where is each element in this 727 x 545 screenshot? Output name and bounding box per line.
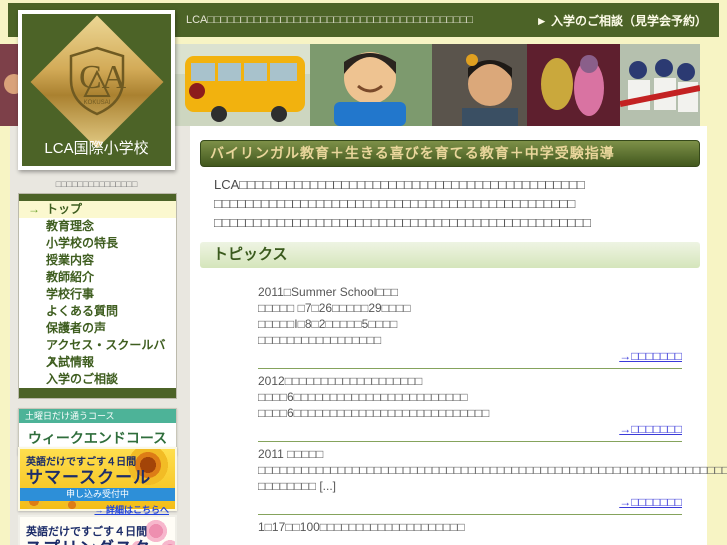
logo-school-name: LCA国際小学校	[44, 140, 149, 157]
tug-of-war-photo	[620, 44, 700, 126]
topic-item: 2011 □□□□□ □□□□□□□□□□□□□□□□□□□□□□□□□□□□□…	[258, 441, 727, 510]
menu-item-label: 入学のご相談	[46, 372, 119, 386]
intro-paragraph: LCA□□□□□□□□□□□□□□□□□□□□□□□□□□□□□□□□□□□□□…	[214, 177, 591, 230]
sidebar-menu-item[interactable]: →入試情報	[19, 354, 176, 371]
sidebar-menu-item[interactable]: →教育理念	[19, 218, 176, 235]
menu-item-label: 学校行事	[46, 287, 95, 301]
arrow-right-icon: →	[28, 202, 40, 216]
topic-item: 2012□□□□□□□□□□□□□□□□□□□ □□□□6□□□□□□□□□□□…	[258, 368, 682, 437]
summer-status-bar: 申し込み受付中	[20, 488, 175, 501]
spring-banner-title: スプリングスクール	[20, 539, 175, 545]
topic-readmore-link[interactable]: →□□□□□□□	[258, 494, 682, 510]
topics-heading-bar: トピックス	[200, 242, 700, 268]
school-logo[interactable]: CA KOKUSAI LCA国際小学校	[18, 10, 175, 170]
sidebar-menu-item[interactable]: →保護者の声	[19, 320, 176, 337]
sidebar-menu-item[interactable]: →学校行事	[19, 286, 176, 303]
menu-top-bar	[19, 194, 176, 201]
costume-performance-photo	[527, 44, 620, 126]
menu-item-label: 保護者の声	[46, 321, 107, 335]
menu-item-label: 授業内容	[46, 253, 95, 267]
topics-list: 2011□Summer School□□□ □□□□□ □7□26□□□□□29…	[258, 284, 727, 535]
sidebar-menu-item[interactable]: →授業内容	[19, 252, 176, 269]
school-bus-photo	[175, 44, 310, 126]
summer-banner-title: サマースクール	[26, 468, 152, 487]
menu-item-label: よくある質問	[46, 304, 119, 318]
spring-banner-subtitle: 英語だけですごす４日間	[26, 526, 148, 538]
main-headline-bar: バイリンガル教育＋生きる喜びを育てる教育＋中学受験指導	[200, 140, 700, 167]
topic-item: 1□17□□100□□□□□□□□□□□□□□□□□□□□	[258, 514, 682, 535]
logo-monogram: CA	[79, 59, 127, 96]
summer-school-banner[interactable]: 英語だけですごす４日間 サマースクール 申し込み受付中 → 詳細はこちらへ	[18, 447, 177, 515]
sidebar-menu-item[interactable]: →小学校の特長	[19, 235, 176, 252]
shield-crest-icon: CA KOKUSAI	[69, 46, 127, 116]
admission-consult-link[interactable]: ► 入学のご相談（見学会予約）	[536, 12, 707, 29]
topic-title: 2011 □□□□□	[258, 447, 324, 461]
menu-list: → トップ →教育理念 →小学校の特長 →授業内容 →教師紹介 →学校行事 →よく…	[19, 201, 176, 388]
spring-school-banner[interactable]: 英語だけですごす４日間 スプリングスクール	[18, 515, 177, 545]
smiling-boy-photo	[310, 44, 432, 126]
stage-children-photo	[0, 44, 18, 126]
sidebar-menu-item[interactable]: →よくある質問	[19, 303, 176, 320]
boy-crafting-photo	[432, 44, 527, 126]
summer-banner-subtitle: 英語だけですごす４日間	[26, 457, 137, 468]
menu-item-label: トップ	[46, 202, 83, 216]
weekend-course-header: 土曜日だけ通うコース	[19, 409, 176, 423]
menu-item-label: 入試情報	[46, 355, 95, 369]
topic-readmore-link[interactable]: →□□□□□□□	[258, 348, 682, 364]
topic-title: 1□17□□100□□□□□□□□□□□□□□□□□□□□	[258, 520, 465, 534]
logo-subtext: KOKUSAI	[83, 100, 110, 106]
site-description: LCA□□□□□□□□□□□□□□□□□□□□□□□□□□□□□□□□□□□□□…	[186, 14, 474, 26]
topic-readmore-link[interactable]: →□□□□□□□	[258, 421, 682, 437]
topic-title: 2011□Summer School□□□	[258, 285, 399, 299]
menu-item-label: 教師紹介	[46, 270, 95, 284]
sidebar-tagline: □□□□□□□□□□□□□□□	[55, 179, 138, 189]
topic-title: 2012□□□□□□□□□□□□□□□□□□□	[258, 374, 423, 388]
sidebar-menu-item[interactable]: →入学のご相談	[19, 371, 176, 388]
menu-item-label: 教育理念	[46, 219, 95, 233]
menu-bottom-bar	[19, 388, 176, 398]
topic-body: □□□□6□□□□□□□□□□□□□□□□□□□□□□□□ □□□□6□□□□□…	[258, 390, 490, 420]
sidebar-menu-item[interactable]: → トップ	[19, 201, 176, 218]
topic-body: □□□□□ □7□26□□□□□29□□□□ □□□□□I□8□2□□□□□5□…	[258, 301, 411, 347]
menu-item-label: 小学校の特長	[46, 236, 119, 250]
sidebar-menu-item[interactable]: →教師紹介	[19, 269, 176, 286]
topic-body: □□□□□□□□□□□□□□□□□□□□□□□□□□□□□□□□□□□□□□□□…	[258, 463, 727, 493]
sidebar-menu-item[interactable]: →アクセス・スクールバス	[19, 337, 176, 369]
topic-item: 2011□Summer School□□□ □□□□□ □7□26□□□□□29…	[258, 284, 682, 364]
summer-detail-link[interactable]: → 詳細はこちらへ	[20, 501, 175, 516]
page: LCA□□□□□□□□□□□□□□□□□□□□□□□□□□□□□□□□□□□□□…	[0, 0, 727, 545]
sidebar-menu: → トップ →教育理念 →小学校の特長 →授業内容 →教師紹介 →学校行事 →よく…	[18, 193, 177, 399]
